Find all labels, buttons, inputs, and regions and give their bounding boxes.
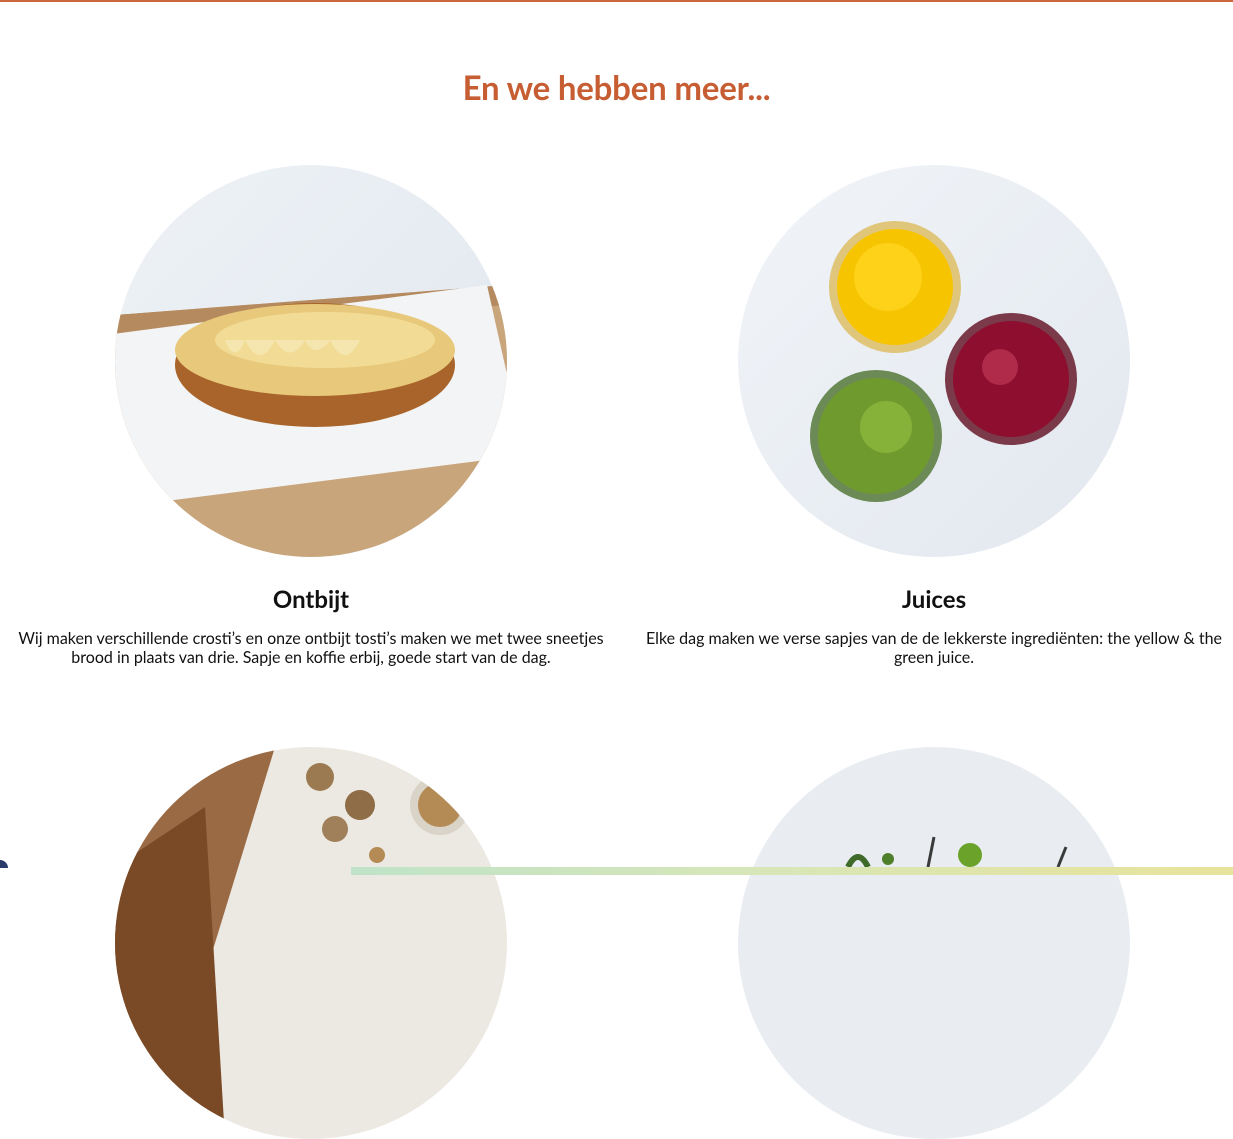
bottom-banner-strip (351, 867, 1233, 875)
salad-photo (738, 747, 1130, 1139)
bread-walnuts-photo (115, 747, 507, 1139)
card-description: Wij maken verschillende crosti’s en onze… (18, 629, 604, 667)
juices-photo (738, 165, 1130, 557)
card-description: Elke dag maken we verse sapjes van de de… (646, 629, 1222, 667)
card-title: Juices (901, 585, 967, 614)
corner-accent (0, 860, 8, 868)
top-divider (0, 0, 1233, 2)
card-title: Ontbijt (272, 585, 350, 614)
section-title: En we hebben meer... (462, 68, 771, 108)
croissant-tosti-photo (115, 165, 507, 557)
